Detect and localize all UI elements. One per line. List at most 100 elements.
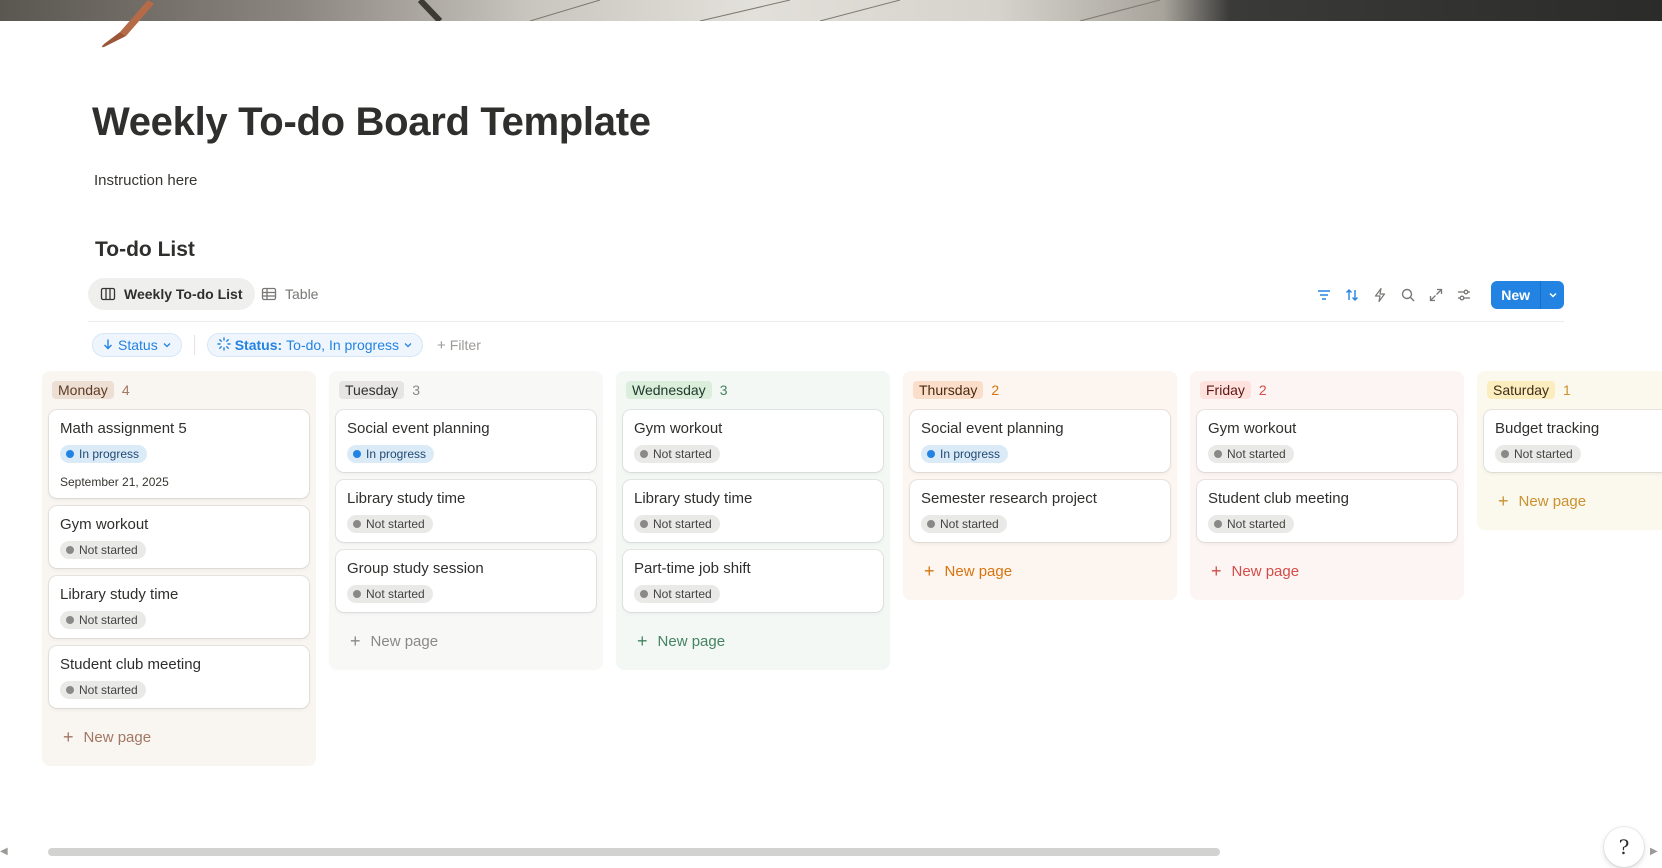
- card-title: Library study time: [60, 586, 179, 603]
- column-header[interactable]: Tuesday 3: [336, 379, 596, 401]
- status-label: Not started: [79, 613, 138, 627]
- column-label: Friday: [1200, 381, 1251, 399]
- column-label: Wednesday: [626, 381, 712, 399]
- new-page-button[interactable]: + New page: [336, 620, 596, 662]
- board-card[interactable]: Student club meeting Not started: [1197, 480, 1457, 542]
- card-title: Library study time: [347, 490, 466, 507]
- tab-weekly-todo-list[interactable]: Weekly To-do List: [88, 278, 255, 310]
- page-title[interactable]: Weekly To-do Board Template: [92, 100, 651, 145]
- board-card[interactable]: Social event planning In progress: [336, 410, 596, 472]
- new-page-button[interactable]: + New page: [1484, 480, 1662, 522]
- board-card[interactable]: Library study time Not started: [49, 576, 309, 638]
- status-dot-icon: [927, 520, 935, 528]
- board-icon: [100, 286, 116, 302]
- status-filter-chip[interactable]: Status: To-do, In progress: [206, 333, 423, 357]
- status-dot-icon: [927, 450, 935, 458]
- new-page-button[interactable]: + New page: [910, 550, 1170, 592]
- plus-icon: +: [924, 560, 935, 581]
- new-page-button[interactable]: + New page: [49, 716, 309, 758]
- board-column-saturday: Saturday 1 Budget tracking Not started + New …: [1477, 371, 1662, 530]
- status-label: Not started: [79, 543, 138, 557]
- status-badge: Not started: [921, 515, 1007, 533]
- search-icon[interactable]: [1399, 286, 1417, 304]
- board-card[interactable]: Group study session Not started: [336, 550, 596, 612]
- chevron-down-icon: [162, 337, 172, 353]
- board-card[interactable]: Library study time Not started: [623, 480, 883, 542]
- sort-chip[interactable]: Status: [92, 333, 182, 357]
- board-card[interactable]: Social event planning In progress: [910, 410, 1170, 472]
- column-header[interactable]: Monday 4: [49, 379, 309, 401]
- board-card[interactable]: Budget tracking Not started: [1484, 410, 1662, 472]
- tab-label: Weekly To-do List: [124, 286, 243, 302]
- status-badge: Not started: [1208, 445, 1294, 463]
- column-header[interactable]: Thursday 2: [910, 379, 1170, 401]
- sort-icon[interactable]: [1343, 286, 1361, 304]
- new-page-label: New page: [1231, 562, 1300, 580]
- board-card[interactable]: Library study time Not started: [336, 480, 596, 542]
- status-badge: Not started: [1208, 515, 1294, 533]
- status-label: Not started: [653, 447, 712, 461]
- plus-icon: +: [63, 726, 74, 747]
- expand-icon[interactable]: [1427, 286, 1445, 304]
- board-column-monday: Monday 4 Math assignment 5 In progress Septe…: [42, 371, 316, 766]
- column-header[interactable]: Friday 2: [1197, 379, 1457, 401]
- add-filter-button[interactable]: + Filter: [431, 337, 487, 354]
- database-toolbar: New: [1315, 281, 1564, 309]
- sort-label: Status: [118, 337, 158, 353]
- tab-table[interactable]: Table: [249, 278, 330, 310]
- filter-row: Status Status: To-do, In progress + Filt…: [92, 333, 487, 357]
- database-title[interactable]: To-do List: [95, 238, 195, 262]
- scrollbar-thumb[interactable]: [48, 848, 1220, 856]
- chevron-down-icon[interactable]: [1540, 281, 1564, 309]
- column-header[interactable]: Wednesday 3: [623, 379, 883, 401]
- card-title: Student club meeting: [1208, 490, 1349, 507]
- new-page-button[interactable]: + New page: [623, 620, 883, 662]
- status-badge: Not started: [347, 585, 433, 603]
- pencil-icon[interactable]: [96, 0, 156, 50]
- scroll-right-icon[interactable]: ▶: [1650, 846, 1658, 857]
- new-button[interactable]: New: [1491, 281, 1540, 309]
- automation-icon[interactable]: [1371, 286, 1389, 304]
- card-title: Gym workout: [634, 420, 723, 437]
- status-dot-icon: [640, 520, 648, 528]
- board-card[interactable]: Student club meeting Not started: [49, 646, 309, 708]
- new-page-button[interactable]: + New page: [1197, 550, 1457, 592]
- new-button-group: New: [1491, 281, 1564, 309]
- plus-icon: +: [1498, 490, 1509, 511]
- status-dot-icon: [640, 450, 648, 458]
- column-header[interactable]: Saturday 1: [1484, 379, 1662, 401]
- status-label: In progress: [79, 447, 140, 461]
- status-filter-key: Status:: [234, 337, 283, 353]
- column-label: Thursday: [913, 381, 984, 399]
- view-bar: Weekly To-do List Table New: [88, 278, 1564, 322]
- chevron-down-icon: [403, 337, 413, 353]
- help-button[interactable]: ?: [1604, 827, 1644, 867]
- board-card[interactable]: Gym workout Not started: [623, 410, 883, 472]
- column-count: 2: [991, 382, 1000, 398]
- settings-icon[interactable]: [1455, 286, 1473, 304]
- status-loader-icon: [217, 336, 231, 354]
- status-label: Not started: [1514, 447, 1573, 461]
- status-dot-icon: [640, 590, 648, 598]
- horizontal-scrollbar[interactable]: ◀ ▶: [0, 845, 1662, 857]
- status-badge: Not started: [60, 681, 146, 699]
- board-card[interactable]: Gym workout Not started: [49, 506, 309, 568]
- filter-icon[interactable]: [1315, 286, 1333, 304]
- instruction-text[interactable]: Instruction here: [94, 172, 197, 189]
- scroll-left-icon[interactable]: ◀: [0, 846, 8, 857]
- board-card[interactable]: Math assignment 5 In progress September 21…: [49, 410, 309, 498]
- status-label: Not started: [79, 683, 138, 697]
- board-card[interactable]: Gym workout Not started: [1197, 410, 1457, 472]
- board-column-thursday: Thursday 2 Social event planning In progres…: [903, 371, 1177, 600]
- card-title: Budget tracking: [1495, 420, 1600, 437]
- status-dot-icon: [353, 450, 361, 458]
- table-icon: [261, 286, 277, 302]
- card-date: September 21, 2025: [60, 475, 169, 489]
- status-badge: Not started: [60, 611, 146, 629]
- card-title: Part-time job shift: [634, 560, 751, 577]
- card-title: Gym workout: [60, 516, 149, 533]
- status-label: Not started: [653, 517, 712, 531]
- board-card[interactable]: Part-time job shift Not started: [623, 550, 883, 612]
- status-label: Not started: [366, 517, 425, 531]
- board-card[interactable]: Semester research project Not started: [910, 480, 1170, 542]
